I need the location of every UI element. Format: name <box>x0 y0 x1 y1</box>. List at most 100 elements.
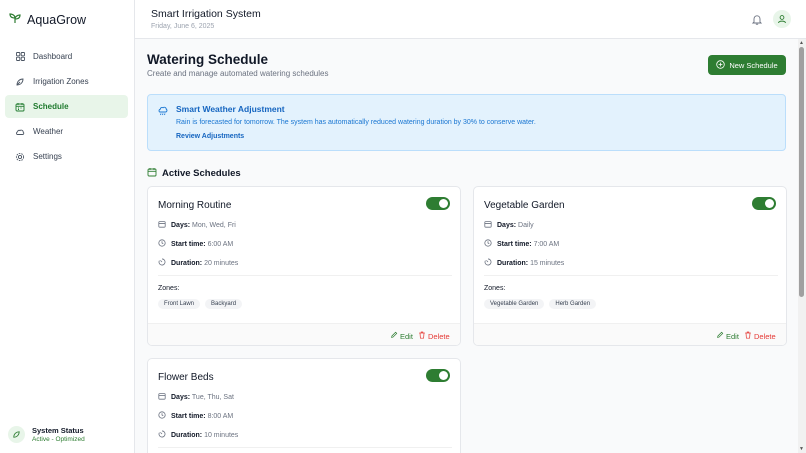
rain-cloud-icon <box>157 104 169 122</box>
calendar-icon <box>158 392 166 402</box>
section-title: Active Schedules <box>162 167 241 179</box>
calendar-icon <box>15 102 25 112</box>
schedule-toggle[interactable] <box>752 197 776 210</box>
new-schedule-button[interactable]: New Schedule <box>708 55 786 75</box>
days-row: Days: Daily <box>484 220 534 230</box>
days-label: Days: <box>171 393 191 401</box>
sidebar-nav: Dashboard Irrigation Zones Schedule Weat… <box>5 45 128 170</box>
start-time-row: Start time: 8:00 AM <box>158 411 233 421</box>
timer-icon <box>158 430 166 440</box>
page-title: Watering Schedule <box>147 52 269 67</box>
weather-alert: Smart Weather Adjustment Rain is forecas… <box>147 94 786 151</box>
calendar-icon <box>147 164 157 182</box>
pencil-icon <box>716 331 724 341</box>
schedule-toggle[interactable] <box>426 197 450 210</box>
sidebar-item-label: Settings <box>33 152 62 161</box>
delete-button[interactable]: Delete <box>418 331 450 341</box>
sidebar-item-label: Schedule <box>33 102 69 111</box>
zone-chip: Backyard <box>205 299 243 309</box>
duration-value: 20 minutes <box>204 259 239 267</box>
schedule-card-morning-routine: Morning Routine Days: Mon, Wed, Fri Star… <box>147 186 461 346</box>
zone-chip: Vegetable Garden <box>484 299 545 309</box>
divider <box>484 275 778 276</box>
zones-chips: Vegetable Garden Herb Garden <box>484 299 597 309</box>
duration-value: 10 minutes <box>204 431 239 439</box>
user-avatar-icon[interactable] <box>773 10 791 28</box>
vertical-scrollbar[interactable]: ▲ ▼ <box>798 39 806 453</box>
trash-icon <box>418 331 426 341</box>
zones-icon <box>15 77 25 87</box>
alert-text: Rain is forecasted for tomorrow. The sys… <box>176 119 536 126</box>
start-time-row: Start time: 6:00 AM <box>158 239 233 249</box>
sidebar-item-label: Weather <box>33 127 64 136</box>
card-footer: Edit Delete <box>148 323 460 345</box>
days-label: Days: <box>171 221 191 229</box>
days-row: Days: Mon, Wed, Fri <box>158 220 236 230</box>
trash-icon <box>744 331 752 341</box>
start-time-label: Start time: <box>497 240 532 248</box>
review-adjustments-link[interactable]: Review Adjustments <box>176 133 244 140</box>
sprout-logo-icon <box>9 11 21 29</box>
sidebar-item-weather[interactable]: Weather <box>5 120 128 143</box>
zone-chip: Herb Garden <box>549 299 597 309</box>
sidebar-item-schedule[interactable]: Schedule <box>5 95 128 118</box>
alert-title: Smart Weather Adjustment <box>176 104 285 114</box>
start-time-row: Start time: 7:00 AM <box>484 239 559 249</box>
days-label: Days: <box>497 221 517 229</box>
timer-icon <box>158 258 166 268</box>
edit-button[interactable]: Edit <box>390 331 413 341</box>
schedule-toggle[interactable] <box>426 369 450 382</box>
start-time-label: Start time: <box>171 412 206 420</box>
divider <box>158 275 452 276</box>
duration-row: Duration: 15 minutes <box>484 258 564 268</box>
top-header: Smart Irrigation System Friday, June 6, … <box>135 0 806 39</box>
clock-icon <box>158 239 166 249</box>
dashboard-icon <box>15 52 25 62</box>
schedule-name: Flower Beds <box>158 372 214 383</box>
pencil-icon <box>390 331 398 341</box>
system-status: System Status Active - Optimized <box>8 426 85 443</box>
days-row: Days: Tue, Thu, Sat <box>158 392 234 402</box>
sidebar: AquaGrow Dashboard Irrigation Zones Sche… <box>0 0 135 453</box>
bell-icon[interactable] <box>751 12 763 30</box>
days-value: Daily <box>518 221 534 229</box>
brand[interactable]: AquaGrow <box>9 11 86 29</box>
calendar-icon <box>158 220 166 230</box>
active-schedules-heading: Active Schedules <box>147 164 241 182</box>
timer-icon <box>484 258 492 268</box>
scrollbar-thumb[interactable] <box>799 47 804 297</box>
new-schedule-label: New Schedule <box>729 60 778 70</box>
scroll-down-arrow-icon[interactable]: ▼ <box>799 446 804 452</box>
schedule-name: Morning Routine <box>158 200 232 211</box>
schedule-card-flower-beds: Flower Beds Days: Tue, Thu, Sat Start ti… <box>147 358 461 453</box>
app-name: AquaGrow <box>27 13 87 27</box>
page-subtitle: Create and manage automated watering sch… <box>147 69 329 78</box>
main-content: Watering Schedule Create and manage auto… <box>147 39 787 453</box>
divider <box>158 447 452 448</box>
sidebar-item-label: Irrigation Zones <box>33 77 89 86</box>
duration-value: 15 minutes <box>530 259 565 267</box>
delete-button[interactable]: Delete <box>744 331 776 341</box>
duration-row: Duration: 10 minutes <box>158 430 238 440</box>
duration-label: Duration: <box>171 431 203 439</box>
plus-circle-icon <box>716 59 726 71</box>
sidebar-item-irrigation-zones[interactable]: Irrigation Zones <box>5 70 128 93</box>
zones-label: Zones: <box>484 285 506 292</box>
clock-icon <box>484 239 492 249</box>
edit-button[interactable]: Edit <box>716 331 739 341</box>
start-time-value: 7:00 AM <box>533 240 560 248</box>
start-time-value: 6:00 AM <box>207 240 234 248</box>
schedule-card-vegetable-garden: Vegetable Garden Days: Daily Start time:… <box>473 186 787 346</box>
sidebar-item-label: Dashboard <box>33 52 73 61</box>
duration-label: Duration: <box>171 259 203 267</box>
sidebar-item-dashboard[interactable]: Dashboard <box>5 45 128 68</box>
days-value: Tue, Thu, Sat <box>191 393 234 401</box>
scroll-up-arrow-icon[interactable]: ▲ <box>799 40 804 46</box>
sidebar-item-settings[interactable]: Settings <box>5 145 128 168</box>
card-footer: Edit Delete <box>474 323 786 345</box>
zones-chips: Front Lawn Backyard <box>158 299 243 309</box>
days-value: Mon, Wed, Fri <box>192 221 236 229</box>
calendar-icon <box>484 220 492 230</box>
schedule-name: Vegetable Garden <box>484 200 565 211</box>
header-title: Smart Irrigation System <box>151 8 261 20</box>
